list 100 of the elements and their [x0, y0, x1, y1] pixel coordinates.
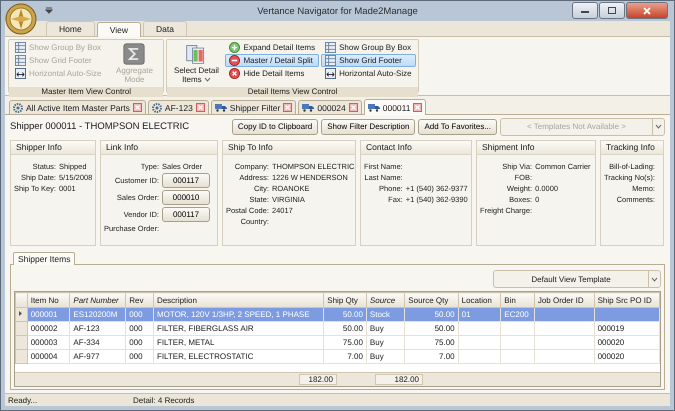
ribbon-button[interactable]: Hide Detail Items: [225, 67, 320, 80]
ribbon-tab[interactable]: Home: [46, 21, 95, 36]
column-header[interactable]: Location: [458, 292, 501, 308]
items-tab[interactable]: Shipper Items: [13, 252, 76, 265]
column-header[interactable]: Ship Src PO ID: [594, 292, 660, 308]
toolbar-button[interactable]: Add To Favorites...: [418, 118, 497, 134]
table-cell: 000: [126, 350, 154, 364]
maximize-button[interactable]: [599, 2, 625, 19]
table-cell: 7.00: [404, 350, 458, 364]
total-cell: 182.00: [299, 374, 337, 385]
link-button[interactable]: 000117: [162, 173, 210, 188]
table-cell: AF-977: [70, 350, 126, 364]
panel-title: Contact Info: [361, 141, 471, 155]
resize-icon: [325, 68, 336, 79]
table-cell: AF-123: [70, 322, 126, 336]
link-button[interactable]: 000117: [162, 207, 210, 222]
ribbon-button[interactable]: Show Group By Box: [321, 41, 416, 54]
window-title: Vertance Navigator for Made2Manage: [257, 6, 418, 16]
table-cell: FILTER, METAL: [153, 336, 324, 350]
status-text: Ready...: [8, 396, 38, 404]
grid-icon: [15, 42, 26, 53]
panel-title: Shipper Info: [11, 141, 95, 155]
table-cell: 50.00: [324, 322, 366, 336]
toolbar-button[interactable]: Show Filter Description: [321, 118, 416, 134]
close-icon[interactable]: [283, 103, 292, 112]
column-header[interactable]: Rev: [126, 292, 154, 308]
table-cell: Buy: [366, 322, 405, 336]
column-header[interactable]: Item No: [27, 292, 70, 308]
column-header[interactable]: Bin: [500, 292, 534, 308]
link-button[interactable]: 000010: [162, 190, 210, 205]
minimize-button[interactable]: [572, 2, 598, 19]
close-icon[interactable]: [196, 103, 205, 112]
ribbon-large-button[interactable]: Select Detail Items: [169, 41, 224, 86]
table-cell: Buy: [366, 336, 405, 350]
truck-icon: [368, 103, 380, 112]
close-icon[interactable]: [413, 103, 422, 112]
record-title: Shipper 000011 - THOMPSON ELECTRIC: [10, 121, 190, 132]
ribbon-button[interactable]: Show Grid Footer: [321, 54, 416, 67]
table-cell: FILTER, FIBERGLASS AIR: [153, 322, 324, 336]
sigma-icon: [123, 43, 146, 65]
record-count: Detail: 4 Records: [133, 396, 194, 404]
panel-title: Link Info: [101, 141, 217, 155]
panel-title: Ship To Info: [223, 141, 355, 155]
resize-icon: [15, 68, 26, 79]
column-header[interactable]: Source Qty: [404, 292, 458, 308]
table-cell: 000004: [27, 350, 70, 364]
document-tab[interactable]: 000011: [364, 99, 426, 115]
truck-icon: [302, 103, 314, 112]
document-tab[interactable]: Shipper Filter: [210, 100, 296, 114]
truck-icon: [214, 103, 227, 112]
column-header[interactable]: Source: [366, 292, 405, 308]
column-header[interactable]: Part Number: [70, 292, 126, 308]
dropdown-caret-icon[interactable]: [45, 6, 53, 14]
gear-icon: [152, 102, 162, 112]
table-cell: 75.00: [324, 336, 366, 350]
table-cell: 75.00: [404, 336, 458, 350]
table-cell: 50.00: [404, 322, 458, 336]
table-cell: 000020: [594, 336, 660, 350]
document-tab[interactable]: All Active Item Master Parts: [9, 100, 146, 114]
table-cell: MOTOR, 120V 1/3HP, 2 SPEED, 1 PHASE: [153, 308, 324, 322]
table-cell: AF-334: [70, 336, 126, 350]
table-cell: 7.00: [324, 350, 366, 364]
column-header[interactable]: Ship Qty: [324, 292, 366, 308]
table-cell: 000002: [27, 322, 70, 336]
gear-icon: [13, 102, 23, 112]
close-icon[interactable]: [132, 103, 142, 112]
table-cell: 000001: [27, 308, 70, 322]
ribbon-button[interactable]: Horizontal Auto-Size: [321, 67, 416, 80]
ribbon-button[interactable]: Expand Detail Items: [225, 41, 320, 54]
close-icon[interactable]: [348, 103, 358, 112]
close-icon: [229, 68, 240, 79]
group-label: Master Item View Control: [9, 87, 164, 97]
total-cell: 182.00: [375, 374, 423, 385]
table-cell: Buy: [366, 350, 405, 364]
table-cell: 000019: [594, 322, 660, 336]
group-label: Detail Items View Control: [167, 87, 418, 97]
expand-icon: [229, 42, 240, 53]
table-cell: 000003: [27, 336, 70, 350]
table-cell: 01: [458, 308, 501, 322]
toolbar-button[interactable]: Copy ID to Clipboard: [232, 118, 318, 134]
column-header[interactable]: Job Order ID: [534, 292, 594, 308]
table-cell: 000: [126, 322, 154, 336]
minus-icon: [229, 55, 240, 66]
ribbon-button[interactable]: Master / Detail Split: [225, 54, 320, 67]
document-tab[interactable]: AF-123: [148, 100, 209, 114]
close-button[interactable]: [626, 2, 668, 19]
ribbon-tab[interactable]: Data: [142, 21, 187, 36]
table-cell: 000020: [594, 350, 660, 364]
panel-title: Tracking Info: [601, 141, 663, 155]
document-tab[interactable]: 000024: [298, 100, 362, 114]
view-template-dropdown[interactable]: Default View Template: [493, 270, 661, 288]
ribbon-tab[interactable]: View: [96, 22, 141, 37]
dropdown-caret-icon: [204, 77, 211, 82]
column-header[interactable]: Description: [153, 292, 324, 308]
table-cell: Stock: [366, 308, 405, 322]
table-cell: 000: [126, 336, 154, 350]
table-cell: FILTER, ELECTROSTATIC: [153, 350, 324, 364]
table-cell: EC200: [500, 308, 534, 322]
grid-icon: [325, 42, 336, 53]
grid-icon: [15, 55, 26, 66]
